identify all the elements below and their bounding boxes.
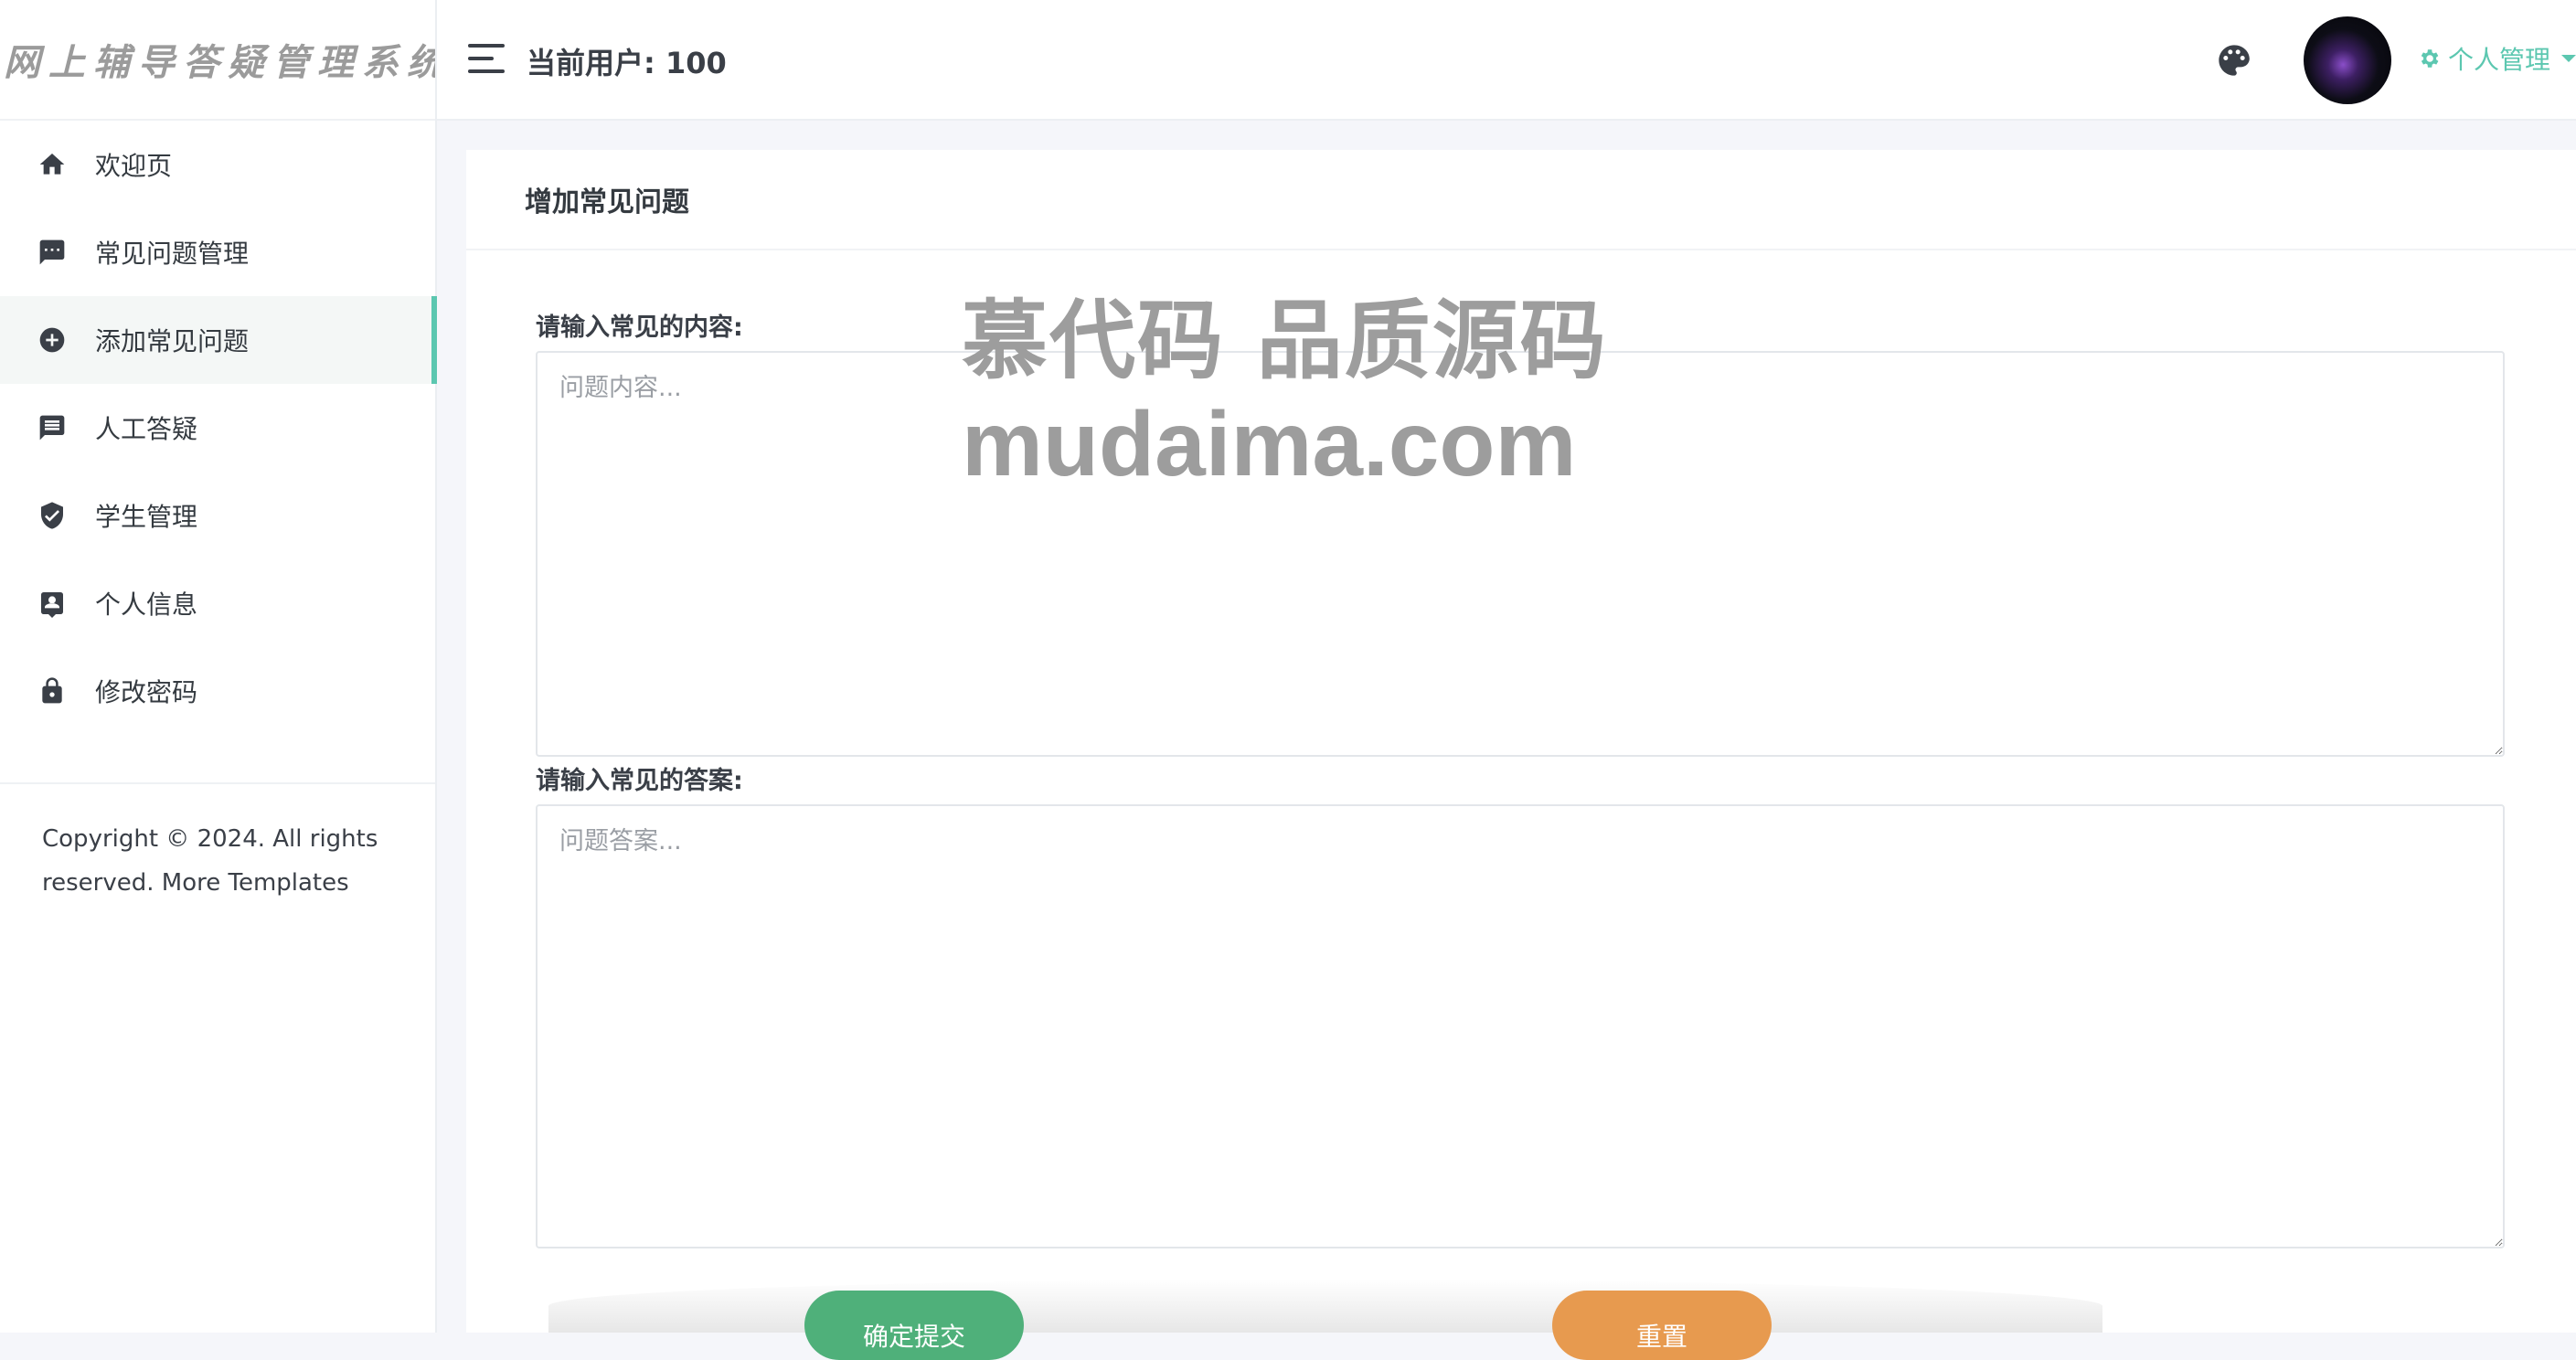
add-faq-card: 增加常见问题 请输入常见的内容: 请输入常见的答案: [466,150,2576,1333]
menu-icon[interactable] [468,44,505,75]
copyright-line: reserved. More Templates [42,869,349,897]
sidebar-item-label: 修改密码 [95,677,198,707]
avatar[interactable] [2304,16,2391,104]
caret-down-icon [2561,55,2576,62]
sidebar: 网上辅导答疑管理系统 欢迎页 常见问题管理 添加常见问题 人工答疑 学生管理 个… [0,0,437,1333]
sidebar-item-label: 添加常见问题 [95,326,250,356]
sidebar-item-label: 学生管理 [95,502,198,532]
message-icon [37,237,68,268]
contact-card-icon [37,588,68,619]
sidebar-item-faq-management[interactable]: 常见问题管理 [0,208,435,296]
comment-icon [37,412,68,443]
sidebar-item-profile[interactable]: 个人信息 [0,559,435,647]
top-header: 当前用户: 100 个人管理 [437,0,2576,121]
card-header: 增加常见问题 [466,150,2576,250]
plus-circle-icon [37,324,68,356]
current-user-label: 当前用户: 100 [527,46,727,80]
content-label: 请输入常见的内容: [536,313,743,342]
reset-button[interactable]: 重置 [1552,1291,1772,1360]
sidebar-item-student-management[interactable]: 学生管理 [0,472,435,559]
question-answer-textarea[interactable] [536,804,2505,1248]
sidebar-nav: 欢迎页 常见问题管理 添加常见问题 人工答疑 学生管理 个人信息 修改密码 [0,121,437,735]
palette-icon[interactable] [2216,42,2252,79]
question-content-textarea[interactable] [536,351,2505,757]
answer-label: 请输入常见的答案: [536,767,743,795]
sidebar-item-change-password[interactable]: 修改密码 [0,647,435,735]
sidebar-item-add-faq[interactable]: 添加常见问题 [0,296,437,384]
sidebar-item-label: 常见问题管理 [95,239,250,269]
sidebar-item-manual-qa[interactable]: 人工答疑 [0,384,435,472]
brand-title: 网上辅导答疑管理系统 [4,41,435,84]
user-menu-label: 个人管理 [2448,45,2551,75]
shield-check-icon [37,500,68,531]
submit-button[interactable]: 确定提交 [804,1291,1024,1360]
user-menu-dropdown[interactable]: 个人管理 [2417,40,2576,77]
page-title: 增加常见问题 [525,186,689,218]
copyright-line: Copyright © 2024. All rights [42,825,378,853]
sidebar-item-welcome[interactable]: 欢迎页 [0,121,435,208]
gear-icon [2421,49,2439,68]
sidebar-item-label: 个人信息 [95,590,198,620]
sidebar-item-label: 欢迎页 [95,151,173,181]
sidebar-item-label: 人工答疑 [95,414,198,444]
copyright-text: Copyright © 2024. All rights reserved. M… [0,784,435,905]
home-icon [37,149,68,180]
lock-icon [37,675,68,707]
brand-logo[interactable]: 网上辅导答疑管理系统 [0,0,435,121]
